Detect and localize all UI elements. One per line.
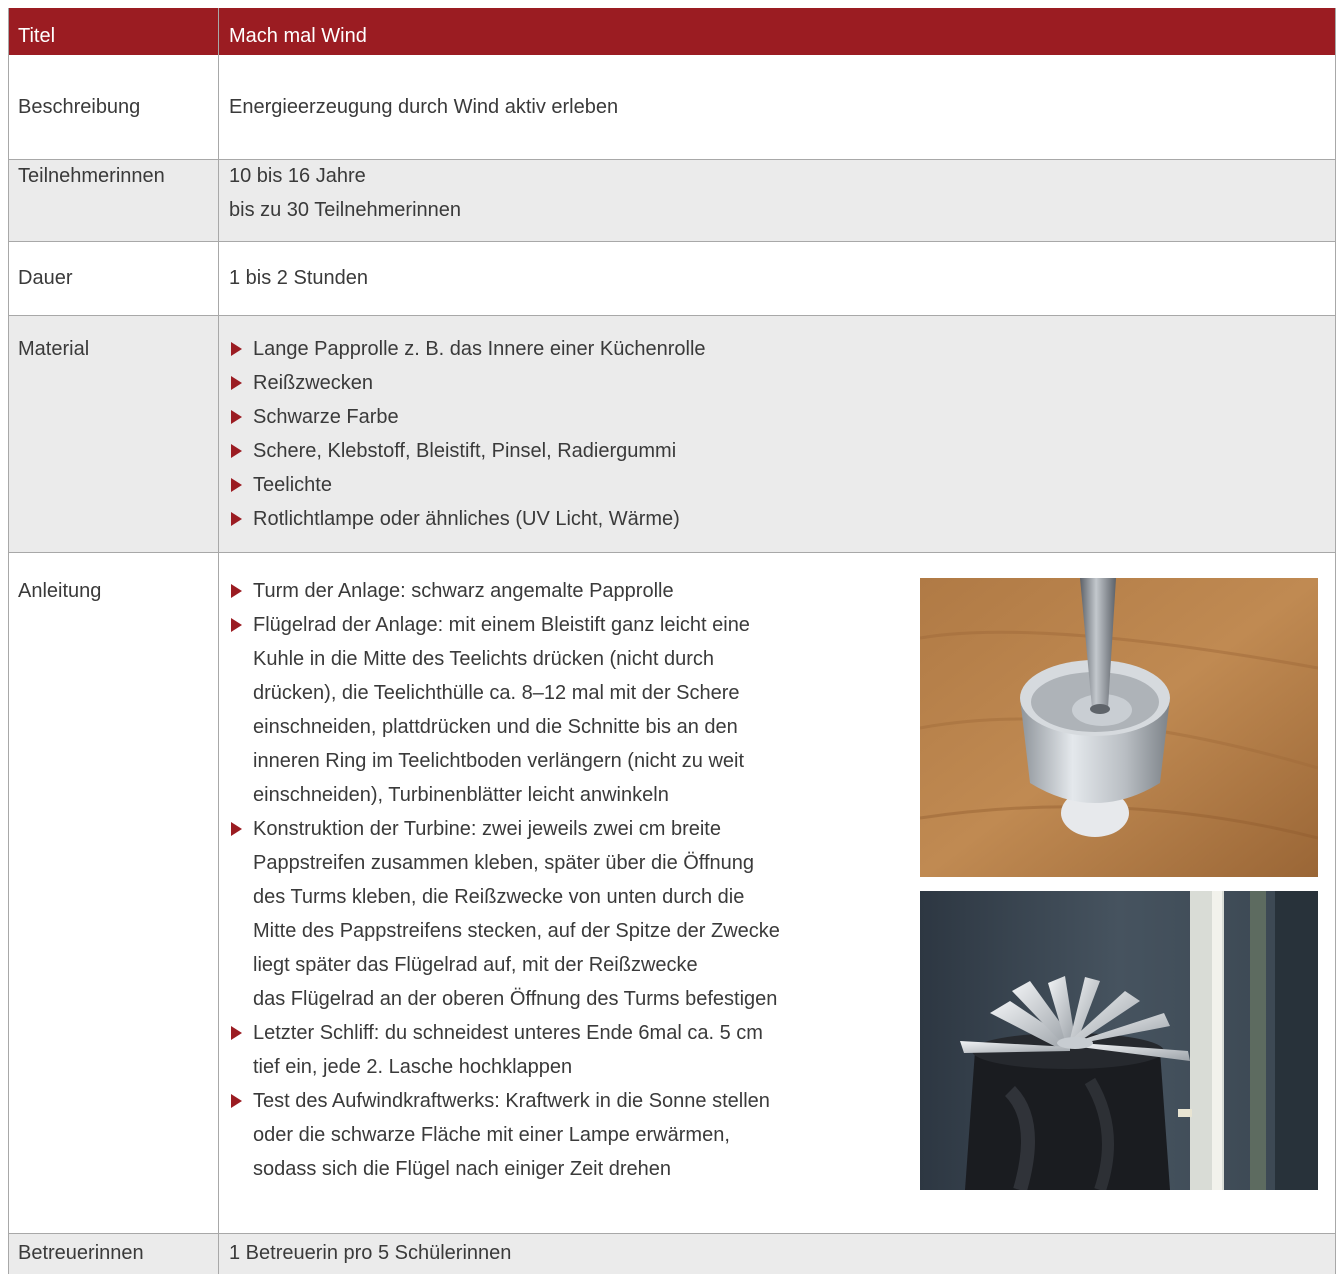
- teilnehmerinnen-values: 10 bis 16 Jahre bis zu 30 Teilnehmerinne…: [229, 159, 461, 227]
- row-divider: [8, 241, 1336, 242]
- header-label: Titel: [18, 25, 56, 47]
- beschreibung-value: Energieerzeugung durch Wind aktiv erlebe…: [229, 96, 619, 118]
- row-betreuerinnen: Betreuerinnen 1 Betreuerin pro 5 Schüler…: [8, 1233, 1336, 1274]
- row-anleitung: Anleitung Turm der Anlage: schwarz angem…: [8, 552, 1336, 1233]
- bullet-arrow-icon: [231, 618, 242, 632]
- table-border-left: [8, 8, 9, 1274]
- bullet-arrow-icon: [231, 342, 242, 356]
- betreuerinnen-label: Betreuerinnen: [18, 1242, 144, 1264]
- info-sheet: Titel Mach mal Wind Beschreibung Energie…: [0, 0, 1336, 1274]
- list-item: Turm der Anlage: schwarz angemalte Pappr…: [229, 574, 780, 608]
- row-divider: [8, 159, 1336, 160]
- bullet-arrow-icon: [231, 822, 242, 836]
- material-list: Lange Papprolle z. B. das Innere einer K…: [229, 332, 706, 536]
- header-title: Mach mal Wind: [229, 25, 367, 47]
- list-item: Flügelrad der Anlage: mit einem Bleistif…: [229, 608, 780, 812]
- bullet-arrow-icon: [231, 410, 242, 424]
- list-item: Rotlichtlampe oder ähnliches (UV Licht, …: [229, 502, 706, 536]
- material-label: Material: [18, 338, 90, 360]
- row-divider: [8, 1233, 1336, 1234]
- bullet-arrow-icon: [231, 512, 242, 526]
- list-item: Letzter Schliff: du schneidest unteres E…: [229, 1016, 780, 1084]
- header-row: Titel Mach mal Wind: [8, 8, 1336, 55]
- list-item: Konstruktion der Turbine: zwei jeweils z…: [229, 812, 780, 1016]
- row-material: Material Lange Papprolle z. B. das Inner…: [8, 315, 1336, 552]
- bullet-arrow-icon: [231, 1026, 242, 1040]
- bullet-arrow-icon: [231, 376, 242, 390]
- row-divider: [8, 552, 1336, 553]
- list-item: Test des Aufwindkraftwerks: Kraftwerk in…: [229, 1084, 780, 1186]
- list-item: Schere, Klebstoff, Bleistift, Pinsel, Ra…: [229, 434, 706, 468]
- row-beschreibung: Beschreibung Energieerzeugung durch Wind…: [8, 55, 1336, 159]
- tealight-photo: [920, 578, 1318, 877]
- bullet-arrow-icon: [231, 1094, 242, 1108]
- anleitung-list: Turm der Anlage: schwarz angemalte Pappr…: [229, 574, 780, 1186]
- list-item: Lange Papprolle z. B. das Innere einer K…: [229, 332, 706, 366]
- teilnehmerinnen-line: 10 bis 16 Jahre: [229, 165, 366, 187]
- teilnehmerinnen-label: Teilnehmerinnen: [18, 165, 165, 187]
- turbine-photo: [920, 891, 1318, 1190]
- list-item: Schwarze Farbe: [229, 400, 706, 434]
- row-teilnehmerinnen: Teilnehmerinnen 10 bis 16 Jahre bis zu 3…: [8, 159, 1336, 241]
- bullet-arrow-icon: [231, 584, 242, 598]
- dauer-value: 1 bis 2 Stunden: [229, 267, 368, 289]
- bullet-arrow-icon: [231, 444, 242, 458]
- bullet-arrow-icon: [231, 478, 242, 492]
- row-dauer: Dauer 1 bis 2 Stunden: [8, 241, 1336, 315]
- anleitung-label: Anleitung: [18, 580, 102, 602]
- list-item: Teelichte: [229, 468, 706, 502]
- list-item: Reißzwecken: [229, 366, 706, 400]
- row-divider: [8, 315, 1336, 316]
- betreuerinnen-value: 1 Betreuerin pro 5 Schülerinnen: [229, 1242, 512, 1264]
- dauer-label: Dauer: [18, 267, 73, 289]
- column-divider: [218, 8, 219, 1274]
- beschreibung-label: Beschreibung: [18, 96, 141, 118]
- teilnehmerinnen-line: bis zu 30 Teilnehmerinnen: [229, 199, 462, 221]
